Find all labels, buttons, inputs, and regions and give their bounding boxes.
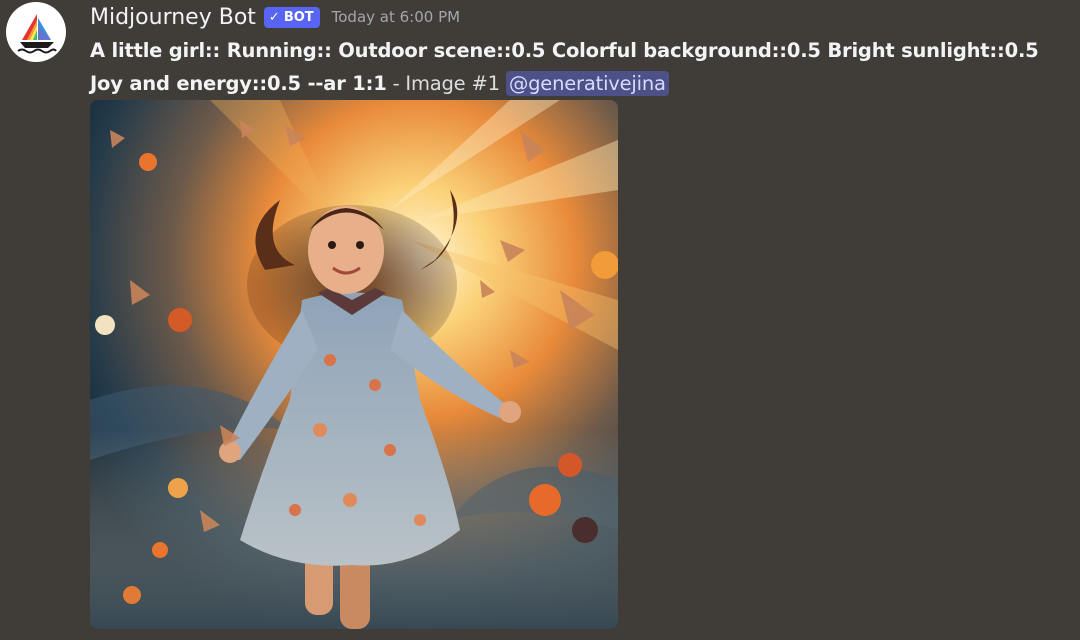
- image-attachment[interactable]: [90, 100, 618, 629]
- bot-badge: ✓ BOT: [263, 6, 320, 28]
- message-content: A little girl:: Running:: Outdoor scene:…: [90, 34, 1070, 100]
- generated-image: [90, 100, 618, 629]
- author-name[interactable]: Midjourney Bot: [90, 5, 256, 30]
- author-avatar[interactable]: [6, 2, 66, 62]
- check-icon: ✓: [268, 9, 280, 25]
- user-mention[interactable]: @generativejina: [505, 71, 669, 96]
- message-timestamp[interactable]: Today at 6:00 PM: [332, 8, 460, 26]
- sailboat-logo-icon: [17, 14, 57, 54]
- bot-badge-label: BOT: [283, 9, 314, 25]
- chat-message: Midjourney Bot ✓ BOT Today at 6:00 PM A …: [0, 0, 1080, 640]
- image-number-text: - Image #1: [386, 72, 506, 95]
- message-header: Midjourney Bot ✓ BOT Today at 6:00 PM: [90, 2, 460, 32]
